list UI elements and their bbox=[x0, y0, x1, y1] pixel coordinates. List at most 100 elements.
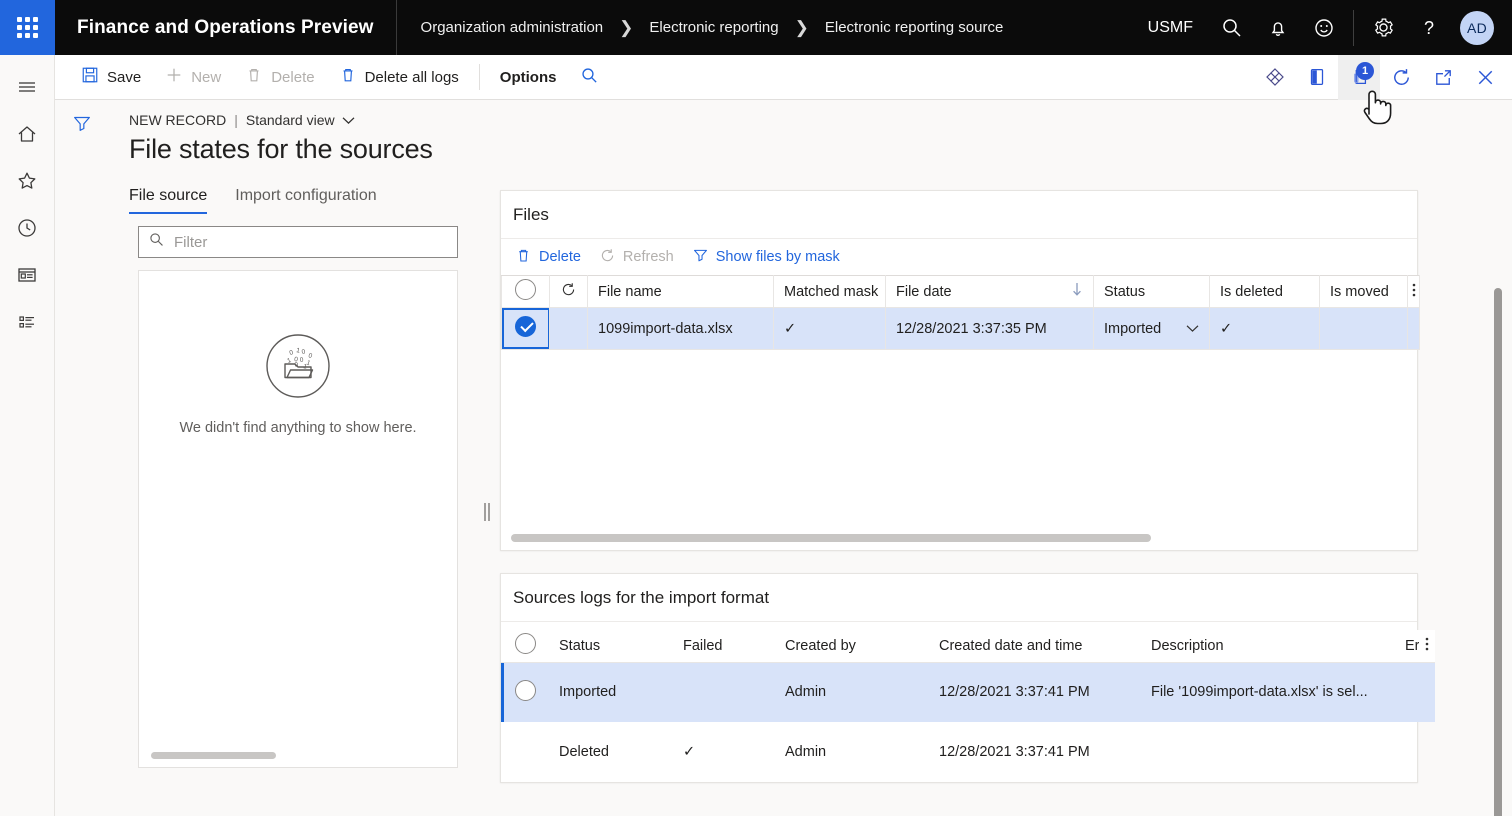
logs-column-header-failed[interactable]: Failed bbox=[673, 630, 775, 662]
files-column-header-is-moved[interactable]: Is moved bbox=[1320, 276, 1408, 308]
logs-row-failed: ✓ bbox=[673, 722, 775, 782]
sidebar-item-favorites[interactable] bbox=[0, 157, 55, 204]
files-grid-horizontal-scrollbar[interactable] bbox=[511, 534, 1151, 542]
office-app-icon[interactable] bbox=[1296, 55, 1338, 100]
notifications-icon[interactable] bbox=[1255, 0, 1301, 55]
files-row-status[interactable]: Imported bbox=[1094, 308, 1210, 350]
files-column-header-is-deleted[interactable]: Is deleted bbox=[1210, 276, 1320, 308]
company-selector[interactable]: USMF bbox=[1132, 19, 1209, 37]
logs-row-created-by[interactable]: Admin bbox=[775, 662, 929, 722]
logs-card-title: Sources logs for the import format bbox=[501, 574, 1417, 622]
filter-icon[interactable] bbox=[55, 100, 109, 146]
new-button[interactable]: New bbox=[153, 60, 233, 94]
view-selector[interactable]: Standard view bbox=[246, 112, 355, 128]
files-row-file-name[interactable]: 1099import-data.xlsx bbox=[588, 308, 774, 350]
files-row-is-moved bbox=[1320, 308, 1408, 350]
hamburger-menu-icon[interactable] bbox=[0, 63, 55, 110]
files-column-header-file-name[interactable]: File name bbox=[588, 276, 774, 308]
filter-search-box[interactable] bbox=[138, 226, 458, 258]
new-label: New bbox=[191, 69, 221, 86]
notes-icon[interactable]: 1 bbox=[1338, 55, 1380, 100]
delete-all-logs-button[interactable]: Delete all logs bbox=[327, 60, 471, 94]
files-row-select-cell[interactable] bbox=[502, 308, 550, 350]
sidebar-item-workspaces[interactable] bbox=[0, 251, 55, 298]
logs-column-header-created-date-and-time[interactable]: Created date and time bbox=[929, 630, 1141, 662]
files-column-options-header[interactable] bbox=[1408, 276, 1420, 308]
save-button[interactable]: Save bbox=[69, 60, 153, 94]
command-search-button[interactable] bbox=[568, 60, 611, 94]
logs-select-all-header[interactable] bbox=[501, 630, 549, 662]
settings-gear-icon[interactable] bbox=[1360, 0, 1406, 55]
files-refresh-column-header[interactable] bbox=[550, 276, 588, 308]
logs-grid: Status Failed Created by Created date an… bbox=[501, 630, 1435, 782]
logs-card: Sources logs for the import format Statu… bbox=[500, 573, 1418, 783]
files-row-file-date[interactable]: 12/28/2021 3:37:35 PM bbox=[886, 308, 1094, 350]
tab-import-configuration[interactable]: Import configuration bbox=[235, 187, 376, 214]
files-column-header-status[interactable]: Status bbox=[1094, 276, 1210, 308]
svg-text:?: ? bbox=[1424, 18, 1434, 38]
sidebar-item-recent[interactable] bbox=[0, 204, 55, 251]
files-grid-toolbar: Delete Refresh Show files by mask bbox=[501, 239, 1417, 275]
logs-row-created-date[interactable]: 12/28/2021 3:37:41 PM bbox=[929, 722, 1141, 782]
logs-column-header-error[interactable]: Err bbox=[1403, 630, 1419, 662]
app-launcher-waffle-icon[interactable] bbox=[0, 0, 55, 55]
tab-file-source[interactable]: File source bbox=[129, 187, 207, 214]
files-grid-body-space bbox=[501, 350, 1417, 550]
files-grid-header-row: File name Matched mask File date Status bbox=[502, 276, 1420, 308]
files-row-status-label: Imported bbox=[1104, 321, 1161, 337]
avatar[interactable]: AD bbox=[1460, 11, 1494, 45]
chevron-down-icon[interactable] bbox=[1186, 321, 1199, 337]
plus-icon bbox=[165, 66, 183, 88]
help-icon[interactable]: ? bbox=[1406, 0, 1452, 55]
files-refresh-button[interactable]: Refresh bbox=[591, 243, 682, 271]
feedback-smiley-icon[interactable] bbox=[1301, 0, 1347, 55]
close-icon[interactable] bbox=[1464, 55, 1506, 100]
logs-row-description[interactable] bbox=[1141, 722, 1403, 782]
trash-icon bbox=[515, 247, 532, 268]
logs-row-status[interactable]: Deleted bbox=[549, 722, 673, 782]
logs-row-status[interactable]: Imported bbox=[549, 662, 673, 722]
files-column-header-file-date[interactable]: File date bbox=[886, 276, 1094, 308]
row-select-circle-icon[interactable] bbox=[515, 680, 536, 701]
table-row[interactable]: 1099import-data.xlsx ✓ 12/28/2021 3:37:3… bbox=[502, 308, 1420, 350]
options-button[interactable]: Options bbox=[488, 60, 569, 94]
logs-row-created-by[interactable]: Admin bbox=[775, 722, 929, 782]
logs-column-options-header[interactable] bbox=[1419, 630, 1435, 662]
table-row[interactable]: Deleted ✓ Admin 12/28/2021 3:37:41 PM bbox=[501, 722, 1435, 782]
files-column-header-matched-mask[interactable]: Matched mask bbox=[774, 276, 886, 308]
delete-button[interactable]: Delete bbox=[233, 60, 326, 94]
logs-row-select-cell[interactable] bbox=[501, 662, 549, 722]
logs-column-header-description[interactable]: Description bbox=[1141, 630, 1403, 662]
sidebar-item-home[interactable] bbox=[0, 110, 55, 157]
select-all-circle-icon[interactable] bbox=[515, 633, 536, 654]
select-all-circle-icon[interactable] bbox=[515, 279, 536, 300]
logs-row-created-date[interactable]: 12/28/2021 3:37:41 PM bbox=[929, 662, 1141, 722]
row-selected-check-icon[interactable] bbox=[515, 316, 536, 337]
logs-column-header-status[interactable]: Status bbox=[549, 630, 673, 662]
breadcrumb-item-organization-administration[interactable]: Organization administration bbox=[419, 19, 606, 36]
left-pane-horizontal-scrollbar[interactable] bbox=[151, 752, 276, 759]
logs-column-header-created-by[interactable]: Created by bbox=[775, 630, 929, 662]
top-navigation-bar: Finance and Operations Preview Organizat… bbox=[0, 0, 1512, 55]
logs-row-select-cell[interactable] bbox=[501, 722, 549, 782]
logs-row-error bbox=[1403, 722, 1419, 782]
breadcrumb-item-electronic-reporting[interactable]: Electronic reporting bbox=[647, 19, 780, 36]
attachments-icon[interactable] bbox=[1254, 55, 1296, 100]
page-header: NEW RECORD | Standard view File states f… bbox=[109, 100, 1512, 165]
table-row[interactable]: Imported Admin 12/28/2021 3:37:41 PM Fil… bbox=[501, 662, 1435, 722]
files-delete-label: Delete bbox=[539, 249, 581, 265]
sidebar-item-modules[interactable] bbox=[0, 298, 55, 345]
pane-splitter-handle[interactable] bbox=[482, 500, 492, 524]
breadcrumb-item-electronic-reporting-source[interactable]: Electronic reporting source bbox=[823, 19, 1005, 36]
trash-icon bbox=[245, 66, 263, 88]
logs-row-description[interactable]: File '1099import-data.xlsx' is sel... bbox=[1141, 662, 1403, 722]
content-vertical-scrollbar[interactable] bbox=[1494, 288, 1502, 816]
filter-input[interactable] bbox=[174, 234, 448, 251]
files-delete-button[interactable]: Delete bbox=[507, 243, 589, 271]
show-files-by-mask-button[interactable]: Show files by mask bbox=[684, 243, 848, 271]
refresh-icon[interactable] bbox=[1380, 55, 1422, 100]
open-in-new-window-icon[interactable] bbox=[1422, 55, 1464, 100]
files-select-all-header[interactable] bbox=[502, 276, 550, 308]
search-icon[interactable] bbox=[1209, 0, 1255, 55]
files-refresh-label: Refresh bbox=[623, 249, 674, 265]
